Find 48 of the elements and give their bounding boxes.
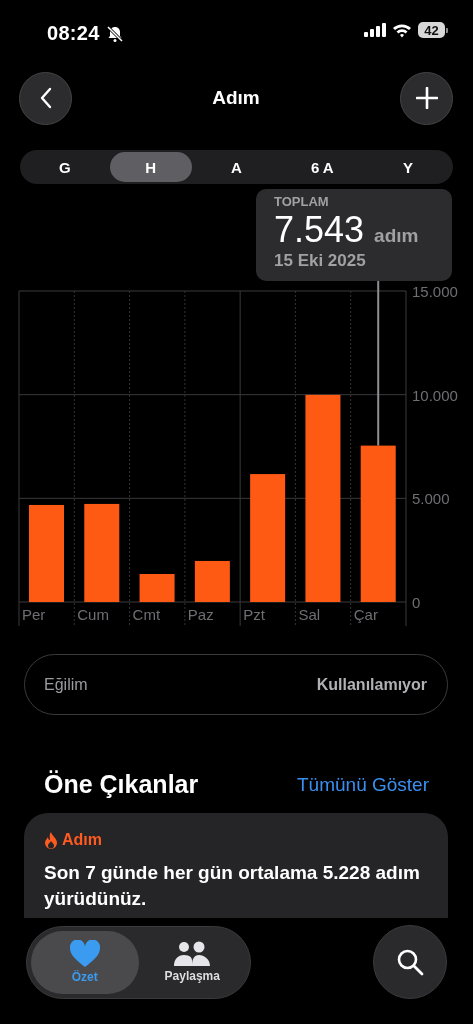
search-icon [396, 948, 424, 976]
axis-category-label: Cmt [132, 606, 161, 623]
axis-category-label: Paz [187, 606, 214, 623]
range-tab[interactable]: H [109, 152, 192, 182]
trend-label: Eğilim [44, 675, 88, 694]
chart-bar[interactable] [194, 560, 230, 602]
heart-icon [69, 940, 100, 967]
people-icon [173, 941, 212, 966]
flame-icon [44, 831, 58, 849]
axis-category-label: Pzt [243, 606, 265, 623]
page-title: Adım [212, 87, 260, 109]
tooltip-label: TOPLAM [274, 194, 329, 209]
highlight-card[interactable]: Adım Son 7 günde her gün ortalama 5.228 adım yürüdünüz. [24, 813, 448, 918]
axis-tick-label: 15.000 [412, 283, 458, 300]
back-button[interactable] [19, 71, 72, 125]
trend-value: Kullanılamıyor [316, 675, 427, 694]
axis-category-label: Per [22, 606, 46, 623]
chart-bar[interactable] [250, 474, 286, 602]
show-all-link[interactable]: Tümünü Göster [297, 773, 429, 796]
axis-tick-label: 0 [412, 594, 421, 611]
range-tab[interactable]: G [24, 152, 106, 182]
bell-slash-icon [105, 24, 124, 43]
chart-bar[interactable] [84, 503, 120, 602]
tab-item[interactable]: Paylaşma [138, 930, 246, 994]
axis-tick-label: 5.000 [412, 490, 450, 508]
chevron-left-icon [39, 87, 52, 109]
plus-icon [415, 87, 438, 109]
clock-time: 08:24 [47, 22, 100, 45]
axis-category-label: Çar [353, 606, 378, 623]
card-category: Adım [62, 831, 102, 849]
chart-bar[interactable] [305, 394, 341, 602]
range-tab[interactable]: Y [367, 152, 449, 182]
range-tab[interactable]: 6 A [281, 152, 364, 182]
axis-category-label: Cum [77, 606, 109, 623]
chart-bar[interactable] [360, 445, 396, 602]
total-value: 7.543 [274, 210, 365, 250]
section-title: Öne Çıkanlar [44, 770, 199, 799]
unit-label: adım [374, 225, 419, 247]
range-tab[interactable]: A [195, 152, 278, 182]
battery-icon: 42 [418, 22, 445, 38]
signal-icon [364, 23, 386, 37]
add-button[interactable] [400, 71, 453, 125]
wifi-icon [392, 22, 412, 38]
axis-category-label: Sal [298, 606, 321, 623]
chart-bar[interactable] [139, 574, 175, 602]
date-label: 15 Eki 2025 [274, 251, 366, 271]
axis-tick-label: 10.000 [412, 386, 458, 404]
card-text: Son 7 günde her gün ortalama 5.228 adım yürüdünüz. [44, 861, 421, 911]
